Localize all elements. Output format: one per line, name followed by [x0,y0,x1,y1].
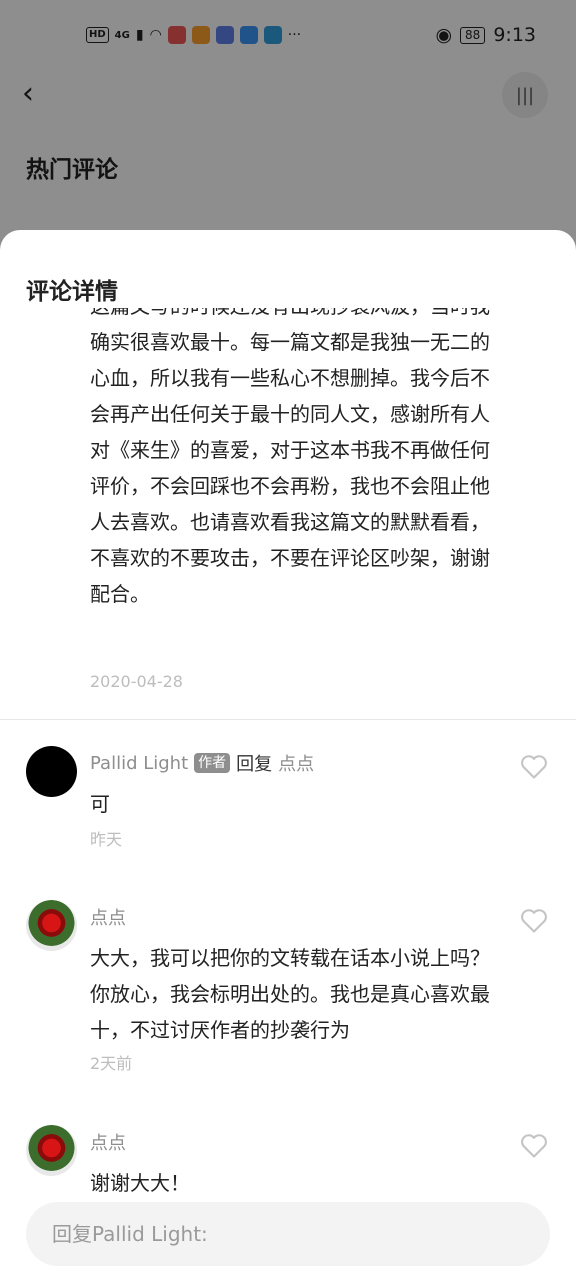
heart-icon[interactable] [520,908,548,934]
avatar[interactable] [26,746,77,797]
reply-time: 昨天 [90,830,123,849]
reply-author-name[interactable]: 点点 [90,1129,126,1155]
sheet-title: 评论详情 [26,279,118,305]
reply-author-name[interactable]: 点点 [90,904,126,930]
main-comment-text: 这篇文写的时候还没有出现抄袭风波，当时我确实很喜欢最十。每一篇文都是我独一无二的… [90,308,490,606]
avatar[interactable] [26,1125,77,1176]
reply-author-name[interactable]: Pallid Light [90,753,188,774]
reply-text[interactable]: 大大，我可以把你的文转载在话本小说上吗？你放心，我会标明出处的。我也是真心喜欢最… [90,940,502,1048]
reply-header: 点点 [90,1129,126,1155]
main-comment-date: 2020-04-28 [90,672,183,691]
reply-text[interactable]: 谢谢大大！ [90,1165,502,1201]
avatar[interactable] [26,900,77,951]
heart-icon[interactable] [520,1133,548,1159]
main-comment: 这篇文写的时候还没有出现抄袭风波，当时我确实很喜欢最十。每一篇文都是我独一无二的… [0,308,576,720]
reply-header: Pallid Light 作者 回复 点点 [90,750,314,776]
reply-word: 回复 [236,754,273,775]
author-badge: 作者 [194,753,231,773]
reply-input[interactable] [26,1202,550,1266]
heart-icon[interactable] [520,754,548,780]
reply-header: 点点 [90,904,126,930]
reply-input-bar[interactable] [26,1202,550,1266]
comment-detail-sheet: 评论详情 这篇文写的时候还没有出现抄袭风波，当时我确实很喜欢最十。每一篇文都是我… [0,230,576,1280]
reply-target-name[interactable]: 点点 [278,750,314,776]
reply-text[interactable]: 可 [90,786,502,822]
reply-time: 2天前 [90,1054,133,1073]
